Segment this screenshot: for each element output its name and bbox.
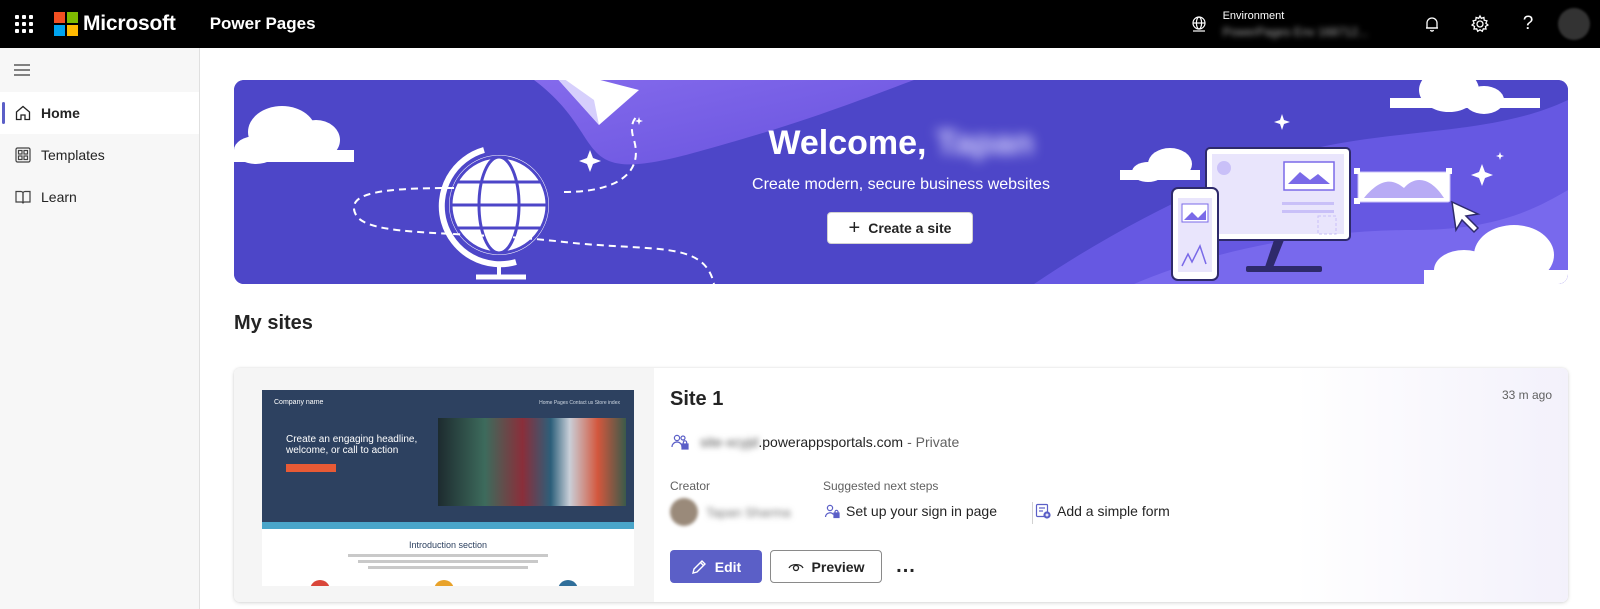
creator-label: Creator bbox=[670, 479, 711, 493]
welcome-banner: Welcome, Tapan Create modern, secure bus… bbox=[234, 80, 1568, 284]
site-thumbnail-area: Company name Home Pages Contact us Store… bbox=[234, 368, 654, 602]
creator: Tapan Sharma bbox=[670, 498, 791, 526]
site-visibility: - Private bbox=[907, 434, 960, 450]
sidebar-item-label: Templates bbox=[41, 147, 105, 163]
site-url-domain[interactable]: .powerappsportals.com bbox=[758, 434, 903, 450]
settings-button[interactable] bbox=[1456, 0, 1504, 48]
environment-value: PowerPages Env 168712... bbox=[1222, 24, 1368, 39]
my-sites-heading: My sites bbox=[234, 312, 313, 334]
step-label: Set up your sign in page bbox=[846, 503, 997, 519]
thumbnail-intro: Introduction section bbox=[408, 540, 488, 550]
microsoft-logo[interactable]: Microsoft bbox=[54, 12, 176, 36]
more-icon: ... bbox=[896, 555, 916, 577]
step-add-form[interactable]: Add a simple form bbox=[1035, 503, 1170, 519]
question-icon: ? bbox=[1522, 13, 1534, 34]
site-url-row: site-xcyjd .powerappsportals.com - Priva… bbox=[670, 432, 959, 452]
thumbnail-photo bbox=[438, 418, 626, 506]
step-label: Add a simple form bbox=[1057, 503, 1170, 519]
thumbnail-company-name: Company name bbox=[274, 399, 324, 406]
edit-button[interactable]: Edit bbox=[670, 550, 762, 583]
bell-icon bbox=[1426, 17, 1438, 32]
thumbnail-headline: Create an engaging headline, welcome, or… bbox=[286, 434, 418, 456]
environment-label: Environment bbox=[1222, 9, 1285, 22]
site-details: Site 1 33 m ago site-xcyjd .powerappspor… bbox=[654, 368, 1568, 602]
create-site-button[interactable]: + Create a site bbox=[827, 212, 973, 244]
environment-globe-icon bbox=[1191, 16, 1206, 32]
plus-icon: + bbox=[848, 217, 861, 239]
preview-label: Preview bbox=[811, 558, 865, 575]
templates-icon bbox=[14, 146, 32, 164]
next-steps-label: Suggested next steps bbox=[823, 479, 939, 493]
site-name[interactable]: Site 1 bbox=[670, 388, 723, 411]
sidebar-item-learn[interactable]: Learn bbox=[0, 176, 199, 218]
person-lock-icon bbox=[824, 504, 840, 519]
microsoft-logo-icon bbox=[54, 12, 78, 36]
app-launcher-button[interactable] bbox=[0, 0, 48, 48]
collapse-nav-button[interactable] bbox=[0, 48, 44, 92]
home-icon bbox=[14, 104, 32, 122]
more-options-button[interactable]: ... bbox=[890, 550, 922, 583]
app-name[interactable]: Power Pages bbox=[210, 14, 316, 34]
gear-icon bbox=[1470, 14, 1490, 33]
book-icon bbox=[14, 188, 32, 206]
top-bar: Microsoft Power Pages Environment PowerP… bbox=[0, 0, 1600, 48]
site-thumbnail[interactable]: Company name Home Pages Contact us Store… bbox=[262, 390, 634, 586]
site-url-prefix[interactable]: site-xcyjd bbox=[700, 434, 758, 450]
user-avatar[interactable] bbox=[1558, 8, 1590, 40]
site-card[interactable]: Company name Home Pages Contact us Store… bbox=[234, 368, 1568, 602]
help-button[interactable]: ? bbox=[1504, 0, 1552, 48]
hamburger-icon bbox=[14, 64, 30, 76]
sidebar-item-home[interactable]: Home bbox=[0, 92, 199, 134]
welcome-text: Welcome, bbox=[768, 124, 927, 162]
sidebar-item-label: Learn bbox=[41, 189, 77, 205]
welcome-subtitle: Create modern, secure business websites bbox=[752, 176, 1050, 193]
pencil-icon bbox=[691, 559, 706, 574]
steps-divider bbox=[1032, 502, 1033, 524]
site-timestamp: 33 m ago bbox=[1501, 388, 1552, 402]
eye-icon bbox=[787, 563, 804, 571]
creator-avatar bbox=[670, 498, 698, 526]
preview-button[interactable]: Preview bbox=[770, 550, 882, 583]
creator-name: Tapan Sharma bbox=[706, 504, 791, 520]
sidebar-item-label: Home bbox=[41, 105, 80, 121]
welcome-title: Welcome, Tapan bbox=[234, 124, 1568, 163]
sidebar-item-templates[interactable]: Templates bbox=[0, 134, 199, 176]
edit-label: Edit bbox=[714, 558, 742, 575]
create-site-label: Create a site bbox=[868, 220, 952, 236]
form-add-icon bbox=[1035, 503, 1051, 519]
thumbnail-nav: Home Pages Contact us Store index bbox=[539, 400, 620, 406]
environment-picker[interactable]: Environment PowerPages Env 168712... bbox=[1189, 10, 1368, 39]
main-content: Welcome, Tapan Create modern, secure bus… bbox=[200, 48, 1600, 609]
brand-name: Microsoft bbox=[83, 12, 176, 35]
notifications-button[interactable] bbox=[1408, 0, 1456, 48]
user-name: Tapan bbox=[935, 124, 1034, 162]
waffle-icon bbox=[15, 15, 33, 33]
step-sign-in-page[interactable]: Set up your sign in page bbox=[824, 503, 997, 519]
people-lock-icon bbox=[671, 434, 689, 450]
sidebar: Home Templates Learn bbox=[0, 48, 200, 609]
